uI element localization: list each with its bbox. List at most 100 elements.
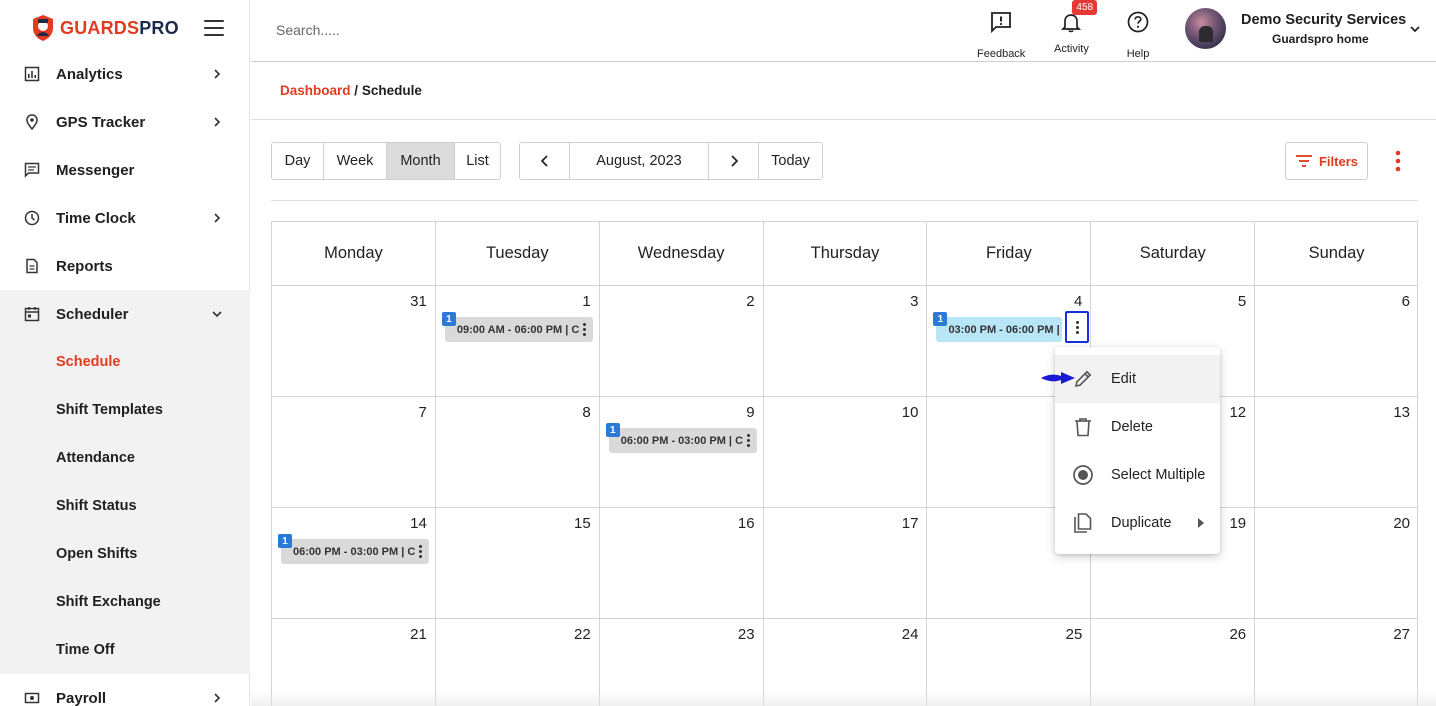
view-week-button[interactable]: Week [324,143,387,179]
calendar-day-cell[interactable]: 17 [764,508,928,618]
sidebar-item-time-clock[interactable]: Time Clock [0,194,250,242]
calendar-day-cell[interactable]: 1 1 09:00 AM - 06:00 PM | C [436,286,600,396]
calendar-day-cell[interactable]: 31 [272,286,436,396]
hamburger-menu-icon[interactable] [204,20,224,36]
more-vert-icon[interactable] [1390,149,1406,175]
next-period-button[interactable] [709,143,759,179]
sidebar-item-payroll[interactable]: Payroll [0,674,250,706]
shift-event[interactable]: 06:00 PM - 03:00 PM | C [281,539,429,564]
calendar-day-cell[interactable]: 23 [600,619,764,706]
calendar-day-cell[interactable]: 13 [1255,397,1418,507]
calendar-day-cell[interactable]: 24 [764,619,928,706]
sidebar-item-label: GPS Tracker [56,113,146,131]
chevron-right-icon [214,693,221,703]
breadcrumb-dashboard-link[interactable]: Dashboard [280,83,351,98]
shift-count-badge[interactable]: 1 [278,534,292,548]
sidebar-subitem-attendance[interactable]: Attendance [0,434,250,482]
shift-more-icon[interactable] [746,434,751,448]
calendar-day-cell[interactable]: 9 1 06:00 PM - 03:00 PM | C [600,397,764,507]
dollar-icon [24,692,40,704]
calendar-day-cell[interactable]: 6 [1255,286,1418,396]
avatar[interactable] [1185,8,1226,49]
sidebar-subitem-shift-status[interactable]: Shift Status [0,482,250,530]
menu-item-edit[interactable]: Edit [1055,355,1220,403]
day-number: 7 [418,404,427,421]
calendar-day-cell[interactable]: 27 [1255,619,1418,706]
filter-icon [1295,155,1312,167]
calendar-day-cell[interactable]: 21 [272,619,436,706]
calendar-day-cell[interactable]: 7 [272,397,436,507]
view-list-button[interactable]: List [455,143,500,179]
sidebar-subitem-open-shifts[interactable]: Open Shifts [0,530,250,578]
menu-item-select-multiple[interactable]: Select Multiple [1055,451,1220,499]
document-icon [26,258,38,274]
guard-logo-icon [33,15,53,41]
shift-event-text: 06:00 PM - 03:00 PM | C [620,434,744,447]
shift-count-badge[interactable]: 1 [933,312,948,326]
calendar-day-cell[interactable]: 14 1 06:00 PM - 03:00 PM | C [272,508,436,618]
calendar-week-row: 21 22 23 24 25 26 27 [272,619,1418,706]
calendar-week-row: 7 8 9 1 06:00 PM - 03:00 PM | C 10 11 12… [272,397,1418,508]
search-input[interactable] [276,20,576,40]
filters-button[interactable]: Filters [1285,142,1368,180]
day-number: 19 [1229,515,1247,532]
sidebar-item-label: Messenger [56,161,135,179]
feedback-icon [991,12,1012,34]
calendar-day-cell[interactable]: 26 [1091,619,1256,706]
shift-event-selected[interactable]: 03:00 PM - 06:00 PM | C [936,317,1063,342]
sidebar-subitem-label: Shift Status [56,498,137,514]
calendar-day-cell[interactable]: 16 [600,508,764,618]
calendar-day-cell[interactable]: 8 [436,397,600,507]
feedback-button[interactable]: Feedback [977,10,1025,60]
shift-more-icon[interactable] [419,545,423,559]
sidebar-subitem-time-off[interactable]: Time Off [0,626,250,674]
calendar-day-cell[interactable]: 3 [764,286,928,396]
pencil-icon [1074,370,1092,388]
calendar-day-cell[interactable]: 25 [927,619,1092,706]
weekday-label: Monday [272,222,436,285]
day-number: 3 [910,293,919,310]
sidebar-item-label: Time Clock [56,209,136,227]
calendar-day-cell[interactable]: 22 [436,619,600,706]
weekday-label: Friday [927,222,1092,285]
shift-event[interactable]: 09:00 AM - 06:00 PM | C [444,317,593,342]
brand-part-1: GUARDS [60,18,140,38]
menu-item-duplicate[interactable]: Duplicate [1055,499,1220,547]
sidebar-item-reports[interactable]: Reports [0,242,250,290]
filters-label: Filters [1318,153,1358,169]
today-button[interactable]: Today [759,143,822,179]
day-number: 14 [410,515,427,532]
sidebar-subitem-shift-templates[interactable]: Shift Templates [0,386,250,434]
activity-button[interactable]: 458 Activity [1054,0,1098,55]
app-root: GUARDSPRO Analytics GPS Tracker Messenge… [0,0,1436,706]
shift-count-badge[interactable]: 1 [605,423,620,437]
sidebar-item-scheduler[interactable]: Scheduler [0,290,250,338]
help-button[interactable]: Help [1126,10,1150,60]
shift-event[interactable]: 06:00 PM - 03:00 PM | C [608,428,757,453]
view-day-button[interactable]: Day [272,143,324,179]
sidebar-subitem-label: Schedule [56,354,121,370]
brand-logo-text[interactable]: GUARDSPRO [60,18,179,39]
sidebar-subitem-shift-exchange[interactable]: Shift Exchange [0,578,250,626]
calendar-day-cell[interactable]: 20 [1255,508,1418,618]
shift-count-badge[interactable]: 1 [441,312,456,326]
sidebar-item-messenger[interactable]: Messenger [0,146,250,194]
day-number: 20 [1393,515,1411,532]
chevron-down-icon[interactable] [1409,24,1421,34]
breadcrumb: Dashboard / Schedule [280,83,422,98]
view-month-button[interactable]: Month [387,143,455,179]
calendar-day-cell[interactable]: 10 [764,397,928,507]
calendar-day-cell[interactable]: 15 [436,508,600,618]
menu-item-delete[interactable]: Delete [1055,403,1220,451]
calendar-day-cell[interactable]: 2 [600,286,764,396]
sidebar-item-analytics[interactable]: Analytics [0,50,250,98]
shift-more-icon[interactable] [582,323,587,337]
user-subtitle: Guardspro home [1272,32,1369,46]
sidebar-item-gps-tracker[interactable]: GPS Tracker [0,98,250,146]
shift-more-icon-focused[interactable] [1065,311,1089,343]
menu-item-label: Delete [1111,419,1153,435]
radio-selected-icon [1073,465,1093,485]
day-number: 16 [737,515,755,532]
sidebar-subitem-schedule[interactable]: Schedule [0,338,250,386]
previous-period-button[interactable] [520,143,570,179]
